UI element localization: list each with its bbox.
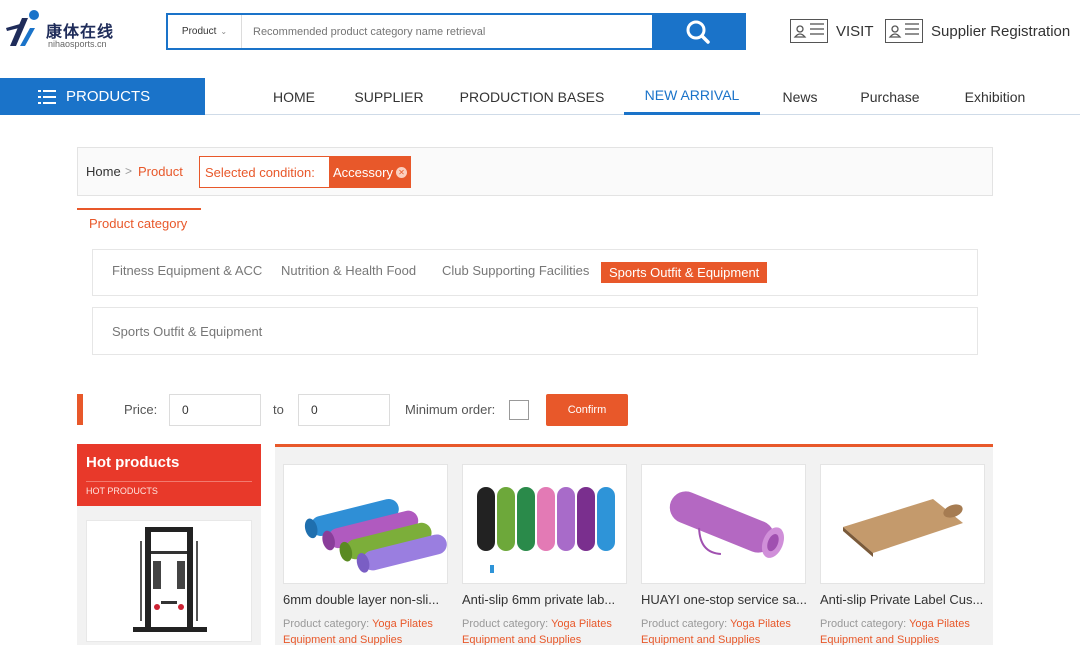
search-bar: Product ⌄ [166, 13, 746, 50]
product-category: Product category: Yoga Pilates Equipment… [462, 616, 629, 645]
hot-products-subtitle: HOT PRODUCTS [86, 486, 158, 496]
product-card[interactable]: Anti-slip 6mm private lab... Product cat… [462, 464, 629, 645]
yoga-mat-rolls-image [477, 487, 615, 573]
product-category-value[interactable]: Yoga Pilates [372, 618, 433, 630]
product-image[interactable] [641, 464, 806, 584]
product-category-label: Product category: [283, 618, 370, 630]
product-card[interactable]: HUAYI one-stop service sa... Product cat… [641, 464, 808, 645]
product-category: Product category: Yoga Pilates Equipment… [820, 616, 987, 645]
category-item-sports-outfit[interactable]: Sports Outfit & Equipment [601, 262, 768, 283]
cork-yoga-mat-image [843, 499, 963, 557]
product-category-label: Product category: [820, 618, 907, 630]
product-title[interactable]: 6mm double layer non-sli... [283, 592, 450, 607]
search-type-label: Product [181, 26, 217, 37]
product-image[interactable] [283, 464, 448, 584]
supplier-registration-link[interactable]: Supplier Registration [885, 18, 1070, 44]
id-card-icon [790, 19, 828, 43]
nav-item-exhibition[interactable]: Exhibition [952, 78, 1038, 115]
remove-tag-icon[interactable]: ✕ [395, 166, 407, 178]
nav-item-home[interactable]: HOME [258, 78, 330, 115]
subcategory-list: Sports Outfit & Equipment [92, 307, 978, 355]
logo-icon [6, 10, 39, 46]
nav-item-news[interactable]: News [772, 78, 828, 115]
product-category: Product category: Yoga Pilates Equipment… [283, 616, 450, 645]
category-list: Fitness Equipment & ACC Nutrition & Heal… [92, 249, 978, 296]
product-category-value[interactable]: Equipment and Supplies [641, 634, 760, 645]
product-category-value[interactable]: Equipment and Supplies [820, 634, 939, 645]
product-title[interactable]: Anti-slip Private Label Cus... [820, 592, 987, 607]
breadcrumb-product-link[interactable]: Product [138, 164, 183, 179]
subcategory-item-sports-outfit[interactable]: Sports Outfit & Equipment [112, 324, 262, 339]
yoga-mat-image [669, 491, 785, 558]
id-card-icon [885, 19, 923, 43]
product-category-value[interactable]: Yoga Pilates [909, 618, 970, 630]
nav-item-purchase[interactable]: Purchase [850, 78, 930, 115]
selected-condition-label: Selected condition: [205, 165, 315, 180]
product-grid: 6mm double layer non-sli... Product cate… [275, 444, 993, 645]
product-image[interactable] [462, 464, 627, 584]
product-category-label: Product category: [462, 618, 549, 630]
product-image[interactable] [820, 464, 985, 584]
search-button[interactable] [652, 15, 744, 48]
hot-products-panel: Hot products HOT PRODUCTS [77, 444, 261, 645]
visit-label: VISIT [836, 22, 874, 40]
minimum-order-checkbox[interactable] [509, 400, 529, 420]
product-category-title: Product category [77, 208, 201, 238]
nav-item-new-arrival[interactable]: NEW ARRIVAL [624, 78, 760, 115]
breadcrumb-home-link[interactable]: Home [86, 164, 121, 179]
product-category-value[interactable]: Yoga Pilates [551, 618, 612, 630]
price-max-input[interactable] [298, 394, 390, 426]
breadcrumb: Home > Product Selected condition: Acces… [77, 147, 993, 196]
selected-condition: Selected condition: Accessory ✕ [199, 156, 411, 188]
yoga-mat-rolls-image [304, 499, 447, 573]
nav-item-supplier[interactable]: SUPPLIER [348, 78, 430, 115]
category-item-club[interactable]: Club Supporting Facilities [442, 263, 589, 278]
filter-accent-bar [77, 394, 83, 425]
category-item-nutrition[interactable]: Nutrition & Health Food [281, 263, 416, 278]
visit-link[interactable]: VISIT [790, 18, 874, 44]
divider [86, 481, 252, 482]
price-label: Price: [124, 402, 158, 417]
condition-tag-label: Accessory [333, 164, 393, 180]
product-category-value[interactable]: Yoga Pilates [730, 618, 791, 630]
product-category-label: Product category: [641, 618, 728, 630]
hot-products-title: Hot products [86, 454, 180, 471]
condition-tag-accessory[interactable]: Accessory ✕ [329, 156, 411, 188]
logo-domain: nihaosports.cn [48, 39, 107, 49]
confirm-button[interactable]: Confirm [546, 394, 628, 426]
supplier-registration-label: Supplier Registration [931, 22, 1071, 40]
hot-product-image[interactable] [86, 520, 252, 642]
category-item-fitness[interactable]: Fitness Equipment & ACC [112, 263, 262, 278]
to-label: to [273, 402, 284, 417]
main-nav: PRODUCTS HOME SUPPLIER PRODUCTION BASES … [0, 78, 1080, 115]
hot-products-header: Hot products HOT PRODUCTS [77, 444, 261, 506]
product-title[interactable]: Anti-slip 6mm private lab... [462, 592, 629, 607]
search-input[interactable] [253, 15, 653, 48]
product-card[interactable]: 6mm double layer non-sli... Product cate… [283, 464, 450, 645]
chevron-down-icon: ⌄ [220, 27, 228, 36]
site-logo[interactable]: 康体在线 nihaosports.cn [4, 6, 134, 52]
gym-rack-image [133, 527, 207, 632]
nav-item-production-bases[interactable]: PRODUCTION BASES [452, 78, 612, 115]
products-menu-button[interactable]: PRODUCTS [0, 78, 205, 115]
menu-icon [38, 90, 56, 104]
search-icon [686, 20, 710, 44]
products-menu-label: PRODUCTS [66, 88, 151, 105]
product-category-value[interactable]: Equipment and Supplies [462, 634, 581, 645]
breadcrumb-separator: > [125, 164, 133, 178]
product-category-value[interactable]: Equipment and Supplies [283, 634, 402, 645]
product-title[interactable]: HUAYI one-stop service sa... [641, 592, 808, 607]
product-card[interactable]: Anti-slip Private Label Cus... Product c… [820, 464, 987, 645]
price-min-input[interactable] [169, 394, 261, 426]
product-category: Product category: Yoga Pilates Equipment… [641, 616, 808, 645]
search-type-select[interactable]: Product ⌄ [168, 15, 242, 48]
minimum-order-label: Minimum order: [405, 402, 496, 417]
